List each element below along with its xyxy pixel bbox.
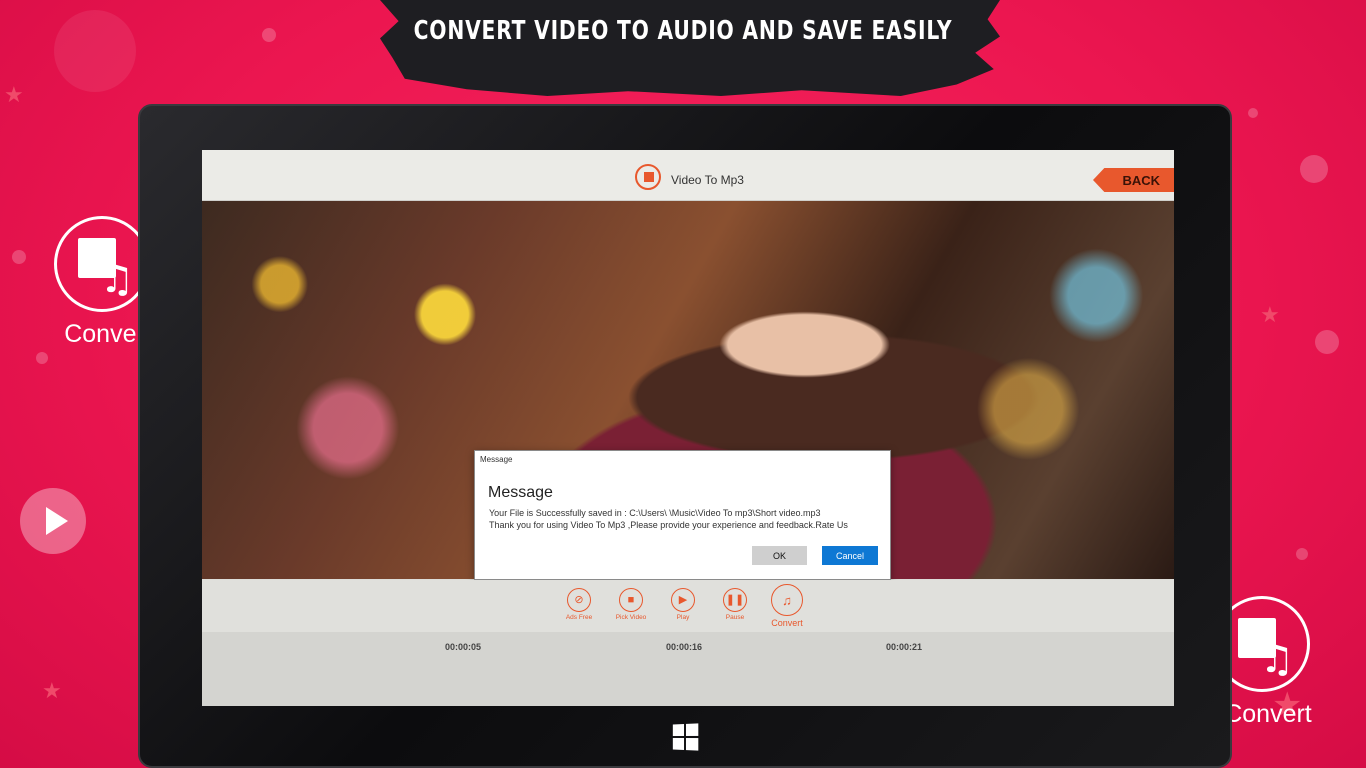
tool-label: Ads Free (565, 614, 593, 621)
play-icon (54, 10, 136, 92)
bg-star-icon: ★ (1260, 302, 1280, 327)
timeline[interactable]: 00:00:05 00:00:16 00:00:21 (202, 632, 1174, 706)
ads-free-button[interactable]: ⊘ Ads Free (554, 588, 604, 621)
toolbar: ⊘ Ads Free ■ Pick Video ▶ Play ❚❚ Pause … (202, 580, 1174, 632)
dialog-caption: Message (480, 455, 513, 464)
bg-star-icon: ★ (4, 82, 24, 107)
dialog-thanks-text: Thank you for using Video To Mp3 ,Please… (489, 520, 848, 530)
app-title: Video To Mp3 (671, 173, 744, 187)
ads-free-icon: ⊘ (567, 588, 591, 612)
play-button[interactable]: ▶ Play (658, 588, 708, 621)
bg-star-icon: ★ (42, 678, 62, 703)
convert-button[interactable]: ♫ Convert (762, 584, 812, 628)
bg-dot (1296, 548, 1308, 560)
pause-button[interactable]: ❚❚ Pause (710, 588, 760, 621)
pause-icon: ❚❚ (723, 588, 747, 612)
tool-label: Pick Video (615, 614, 647, 621)
timeline-timestamp: 00:00:05 (445, 642, 482, 652)
ok-button[interactable]: OK (752, 546, 807, 565)
dialog-heading: Message (488, 484, 553, 501)
tool-label: Play (676, 614, 690, 621)
tool-label: Pause (725, 614, 745, 621)
play-icon: ▶ (671, 588, 695, 612)
pick-video-button[interactable]: ■ Pick Video (606, 588, 656, 621)
bg-dot (1300, 155, 1328, 183)
dialog-saved-path-text: Your File is Successfully saved in : C:\… (489, 508, 821, 518)
message-dialog: Message Message Your File is Successfull… (474, 450, 891, 580)
convert-icon: ♫ (771, 584, 803, 616)
music-note-icon: ♫ (100, 257, 135, 301)
cancel-button[interactable]: Cancel (822, 546, 878, 565)
video-to-mp3-icon (635, 164, 661, 190)
headline-text: CONVERT VIDEO TO AUDIO AND SAVE EASILY (413, 16, 953, 46)
back-button[interactable]: BACK (1093, 168, 1174, 192)
windows-logo-icon[interactable] (672, 723, 699, 751)
app-header: Video To Mp3 BACK (202, 150, 1174, 201)
tool-label: Convert (771, 618, 803, 628)
bg-dot (1315, 330, 1339, 354)
app-screen: Video To Mp3 BACK Message Message Your F… (202, 150, 1174, 706)
timeline-timestamp: 00:00:16 (666, 642, 703, 652)
music-note-icon: ♫ (1260, 637, 1295, 681)
headline-banner (380, 0, 1000, 96)
video-camera-icon: ■ (619, 588, 643, 612)
bg-dot (12, 250, 26, 264)
timeline-timestamp: 00:00:21 (886, 642, 923, 652)
bg-dot (1248, 108, 1258, 118)
play-icon (20, 488, 86, 554)
